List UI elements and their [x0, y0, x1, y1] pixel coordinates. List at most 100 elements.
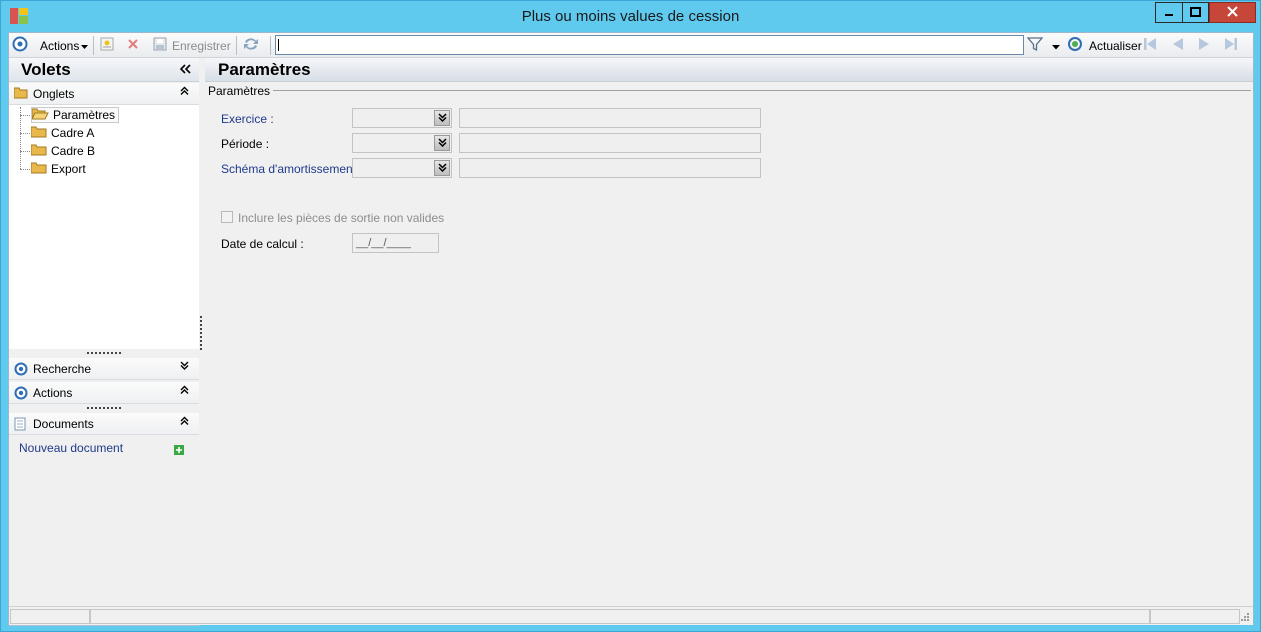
next-record-button[interactable]: [1197, 36, 1211, 55]
periode-label: Période :: [221, 137, 270, 151]
save-label: Enregistrer: [172, 38, 231, 53]
collapse-panel-button[interactable]: [179, 62, 191, 77]
actions-menu-label: Actions: [40, 38, 80, 53]
include-invalid-label: Inclure les pièces de sortie non valides: [238, 211, 445, 225]
double-chevron-down-icon: [437, 111, 447, 125]
tree-connector: [20, 133, 30, 134]
combo-dropdown-button[interactable]: [434, 110, 450, 126]
circle-target-icon: [14, 386, 28, 403]
combo-dropdown-button[interactable]: [434, 160, 450, 176]
tree-item-export[interactable]: Export: [30, 161, 86, 177]
actions-circle-button[interactable]: [12, 36, 28, 55]
previous-record-button[interactable]: [1171, 36, 1185, 55]
sync-button[interactable]: [242, 36, 260, 55]
client-area: Actions Enregistrer Actualiser Volets On…: [8, 32, 1254, 626]
add-plus-icon[interactable]: [174, 444, 184, 458]
refresh-button[interactable]: Actualiser: [1067, 36, 1142, 55]
periode-description-field[interactable]: [459, 133, 761, 153]
folder-icon: [30, 162, 47, 177]
vertical-splitter-grip[interactable]: [200, 316, 203, 350]
tree-connector: [20, 115, 30, 116]
tree-item-cadre-a[interactable]: Cadre A: [30, 125, 95, 141]
date-label: Date de calcul :: [221, 237, 304, 251]
tree-connector: [20, 151, 30, 152]
first-record-button[interactable]: [1143, 36, 1158, 55]
filter-dropdown-button[interactable]: [1052, 36, 1060, 55]
tree-item-label: Export: [51, 162, 86, 176]
maximize-icon: [1190, 6, 1201, 20]
group-divider: [269, 90, 1251, 91]
dropdown-arrow-icon: [1052, 39, 1060, 53]
schema-combo[interactable]: [352, 158, 452, 178]
toolbar-separator: [93, 36, 94, 55]
status-cell: [1150, 609, 1240, 624]
onglets-tree: Paramètres Cadre A Cadre B Export: [9, 105, 199, 349]
schema-label: Schéma d'amortissement :: [221, 162, 363, 176]
status-bar: [9, 606, 1253, 625]
refresh-icon: [1067, 36, 1083, 55]
actions-menu-button[interactable]: Actions: [40, 36, 89, 55]
exercice-label: Exercice :: [221, 112, 274, 126]
open-folder-icon: [31, 108, 49, 123]
documents-section-header[interactable]: Documents: [9, 413, 199, 435]
status-cell: [10, 609, 90, 624]
last-record-button[interactable]: [1223, 36, 1238, 55]
tree-connector: [20, 107, 21, 169]
tree-item-label: Cadre A: [51, 126, 95, 140]
title-bar[interactable]: Plus ou moins values de cession: [1, 1, 1260, 32]
include-invalid-checkbox[interactable]: [221, 211, 233, 223]
delete-icon: [127, 38, 139, 53]
resize-grip-icon[interactable]: [1239, 611, 1250, 625]
text-caret: [278, 39, 279, 51]
tree-connector: [20, 169, 30, 170]
sync-arrows-icon: [242, 36, 260, 55]
double-chevron-left-icon: [179, 62, 191, 77]
combo-dropdown-button[interactable]: [434, 135, 450, 151]
tree-item-parametres[interactable]: Paramètres: [31, 107, 120, 123]
tree-item-cadre-b[interactable]: Cadre B: [30, 143, 95, 159]
new-document-link[interactable]: Nouveau document: [19, 441, 123, 455]
maximize-button[interactable]: [1182, 2, 1209, 23]
double-chevron-up-icon: [180, 416, 189, 428]
splitter-grip[interactable]: [87, 407, 121, 410]
double-chevron-down-icon: [180, 361, 189, 373]
periode-combo[interactable]: [352, 133, 452, 153]
folder-icon: [30, 144, 47, 159]
toolbar-separator: [236, 36, 237, 55]
page-title: Paramètres: [218, 60, 311, 79]
exercice-description-field[interactable]: [459, 108, 761, 128]
previous-arrow-icon: [1171, 37, 1185, 54]
schema-description-field[interactable]: [459, 158, 761, 178]
recherche-label: Recherche: [33, 362, 92, 376]
minimize-button[interactable]: [1155, 2, 1182, 23]
exercice-combo[interactable]: [352, 108, 452, 128]
dropdown-arrow-icon: [81, 39, 89, 53]
double-chevron-up-icon: [180, 385, 189, 397]
save-icon: [153, 37, 168, 54]
double-chevron-up-icon: [180, 86, 189, 98]
recherche-section-header[interactable]: Recherche: [9, 358, 199, 380]
left-panel: Volets Onglets Paramètres Cadre A Cadre …: [9, 58, 199, 626]
circle-target-icon: [14, 362, 28, 379]
onglets-section-header[interactable]: Onglets: [9, 83, 199, 105]
actions-section-header[interactable]: Actions: [9, 382, 199, 404]
first-record-icon: [1143, 37, 1158, 54]
save-button[interactable]: Enregistrer: [153, 36, 231, 55]
close-icon: [1227, 5, 1238, 20]
next-arrow-icon: [1197, 37, 1211, 54]
folder-icon: [30, 126, 47, 141]
splitter-grip[interactable]: [87, 352, 121, 355]
double-chevron-down-icon: [437, 161, 447, 175]
volets-header: Volets: [9, 58, 199, 82]
tree-item-label: Paramètres: [53, 108, 116, 122]
close-button[interactable]: [1209, 2, 1256, 23]
filter-button[interactable]: [1026, 36, 1044, 55]
delete-button[interactable]: [127, 36, 139, 55]
refresh-label: Actualiser: [1089, 38, 1142, 53]
date-field[interactable]: __/__/____: [352, 233, 439, 253]
search-input[interactable]: [275, 35, 1024, 55]
circle-target-icon: [12, 36, 28, 55]
application-window: Plus ou moins values de cession Actions …: [0, 0, 1261, 632]
documents-label: Documents: [33, 417, 94, 431]
new-button[interactable]: [100, 36, 114, 55]
